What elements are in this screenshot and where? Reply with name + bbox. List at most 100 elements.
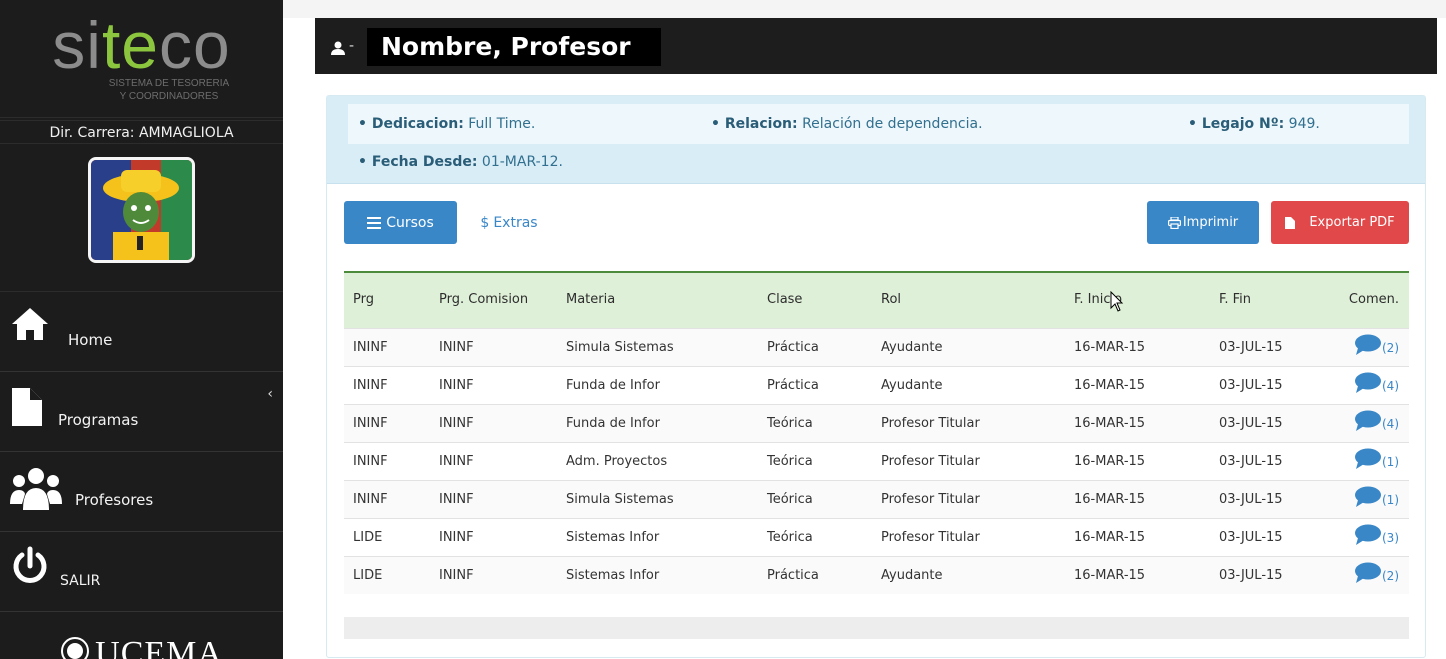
cell-comentarios: (4)	[1329, 403, 1409, 442]
tab-extras[interactable]: $ Extras	[474, 201, 544, 244]
column-header-clase[interactable]: Clase	[758, 272, 872, 328]
chevron-left-icon[interactable]: ‹	[267, 386, 273, 402]
dedicacion-label: • Dedicacion:	[358, 116, 464, 132]
logo-wordmark: siteco	[0, 0, 283, 78]
cell-inicio: 16-MAR-15	[1065, 479, 1210, 518]
fecha-field: • Fecha Desde: 01-MAR-12.	[358, 154, 563, 170]
comment-count: (2)	[1382, 341, 1399, 355]
cell-rol: Ayudante	[872, 555, 1065, 594]
cell-clase: Teórica	[758, 479, 872, 518]
app-root: siteco SISTEMA DE TESORERIA Y COORDINADO…	[0, 0, 1446, 659]
cursos-table: Prg Prg. Comision Materia Clase Rol F. I…	[344, 271, 1409, 594]
fecha-value: 01-MAR-12.	[481, 154, 563, 170]
cell-comentarios: (1)	[1329, 479, 1409, 518]
cell-prg: LIDE	[344, 517, 430, 556]
table-row[interactable]: ININF ININF Simula Sistemas Práctica Ayudant…	[344, 327, 1409, 366]
cell-rol: Profesor Titular	[872, 403, 1065, 442]
sidebar-item-salir[interactable]: SALIR	[0, 532, 283, 612]
comment-count: (3)	[1382, 531, 1399, 545]
sidebar-item-label: Programas	[58, 411, 139, 429]
cell-clase: Teórica	[758, 403, 872, 442]
sidebar-item-label: Profesores	[75, 491, 154, 509]
column-header-prg[interactable]: Prg	[344, 272, 430, 328]
column-header-inicio[interactable]: F. Inicio	[1065, 272, 1210, 328]
table-footer-bar	[344, 617, 1409, 639]
column-header-materia[interactable]: Materia	[557, 272, 758, 328]
cell-fin: 03-JUL-15	[1210, 555, 1329, 594]
document-icon	[10, 386, 44, 432]
cell-inicio: 16-MAR-15	[1065, 517, 1210, 556]
cell-comentarios: (2)	[1329, 555, 1409, 594]
comment-count: (1)	[1382, 493, 1399, 507]
table-row[interactable]: ININF ININF Simula Sistemas Teórica Profesor…	[344, 479, 1409, 518]
cell-clase: Teórica	[758, 517, 872, 556]
column-header-fin[interactable]: F. Fin	[1210, 272, 1329, 328]
table-row[interactable]: ININF ININF Adm. Proyectos Teórica Profesor …	[344, 441, 1409, 480]
cell-fin: 03-JUL-15	[1210, 479, 1329, 518]
director-label: Dir. Carrera: AMMAGLIOLA	[0, 120, 283, 144]
cell-prg: ININF	[344, 441, 430, 480]
legajo-label: • Legajo Nº:	[1188, 116, 1285, 132]
table-row[interactable]: ININF ININF Funda de Infor Teórica Profesor …	[344, 403, 1409, 442]
exportar-pdf-button[interactable]: Exportar PDF	[1271, 201, 1409, 244]
cell-rol: Profesor Titular	[872, 479, 1065, 518]
tab-extras-label: Extras	[493, 214, 538, 231]
users-icon	[10, 466, 62, 516]
comment-count: (1)	[1382, 455, 1399, 469]
column-header-comentarios[interactable]: Comen.	[1329, 272, 1409, 328]
tab-cursos[interactable]: Cursos	[344, 201, 457, 244]
cell-fin: 03-JUL-15	[1210, 441, 1329, 480]
column-header-comision[interactable]: Prg. Comision	[430, 272, 557, 328]
cell-materia: Simula Sistemas	[557, 327, 758, 366]
cell-materia: Sistemas Infor	[557, 555, 758, 594]
cell-clase: Práctica	[758, 327, 872, 366]
sidebar-item-programas[interactable]: ‹ Programas	[0, 372, 283, 452]
tab-cursos-label: Cursos	[386, 214, 434, 231]
comment-icon	[1355, 410, 1381, 431]
logo-prefix: si	[52, 8, 102, 82]
list-icon	[367, 216, 382, 229]
cell-comentarios: (3)	[1329, 517, 1409, 556]
cell-fin: 03-JUL-15	[1210, 365, 1329, 404]
column-header-rol[interactable]: Rol	[872, 272, 1065, 328]
comments-link[interactable]: (4)	[1354, 372, 1399, 394]
cell-rol: Profesor Titular	[872, 517, 1065, 556]
avatar	[88, 157, 195, 263]
table-row[interactable]: ININF ININF Funda de Infor Práctica Ayudante…	[344, 365, 1409, 404]
print-icon	[1167, 216, 1181, 229]
comments-link[interactable]: (1)	[1354, 448, 1399, 470]
sidebar-item-profesores[interactable]: Profesores	[0, 452, 283, 532]
siteco-logo[interactable]: siteco SISTEMA DE TESORERIA Y COORDINADO…	[0, 0, 283, 118]
sidebar: siteco SISTEMA DE TESORERIA Y COORDINADO…	[0, 0, 283, 659]
cell-materia: Adm. Proyectos	[557, 441, 758, 480]
cell-fin: 03-JUL-15	[1210, 517, 1329, 556]
cell-fin: 03-JUL-15	[1210, 403, 1329, 442]
table-row[interactable]: LIDE ININF Sistemas Infor Teórica Profesor T…	[344, 517, 1409, 556]
legajo-field: • Legajo Nº: 949.	[1188, 116, 1320, 132]
logo-accent: te	[101, 8, 159, 82]
cell-rol: Ayudante	[872, 327, 1065, 366]
cell-prg: ININF	[344, 327, 430, 366]
comment-count: (4)	[1382, 417, 1399, 431]
exportar-pdf-label: Exportar PDF	[1309, 215, 1395, 230]
comments-link[interactable]: (4)	[1354, 410, 1399, 432]
comments-link[interactable]: (2)	[1354, 334, 1399, 356]
comments-link[interactable]: (3)	[1354, 524, 1399, 546]
comments-link[interactable]: (1)	[1354, 486, 1399, 508]
cell-materia: Funda de Infor	[557, 403, 758, 442]
cell-clase: Práctica	[758, 365, 872, 404]
cell-materia: Sistemas Infor	[557, 517, 758, 556]
sidebar-item-home[interactable]: Home	[0, 292, 283, 372]
cell-rol: Profesor Titular	[872, 441, 1065, 480]
power-icon	[10, 546, 50, 590]
comments-link[interactable]: (2)	[1354, 562, 1399, 584]
ucema-wordmark: UCEMA	[95, 635, 223, 659]
cell-rol: Ayudante	[872, 365, 1065, 404]
cell-comision: ININF	[430, 479, 557, 518]
cell-comision: ININF	[430, 365, 557, 404]
table-row[interactable]: LIDE ININF Sistemas Infor Práctica Ayudante 1…	[344, 555, 1409, 594]
profesor-panel: • Dedicacion: Full Time. • Relacion: Rel…	[326, 95, 1426, 658]
imprimir-button[interactable]: Imprimir	[1147, 201, 1259, 244]
cell-inicio: 16-MAR-15	[1065, 441, 1210, 480]
ucema-seal-icon	[61, 637, 90, 659]
